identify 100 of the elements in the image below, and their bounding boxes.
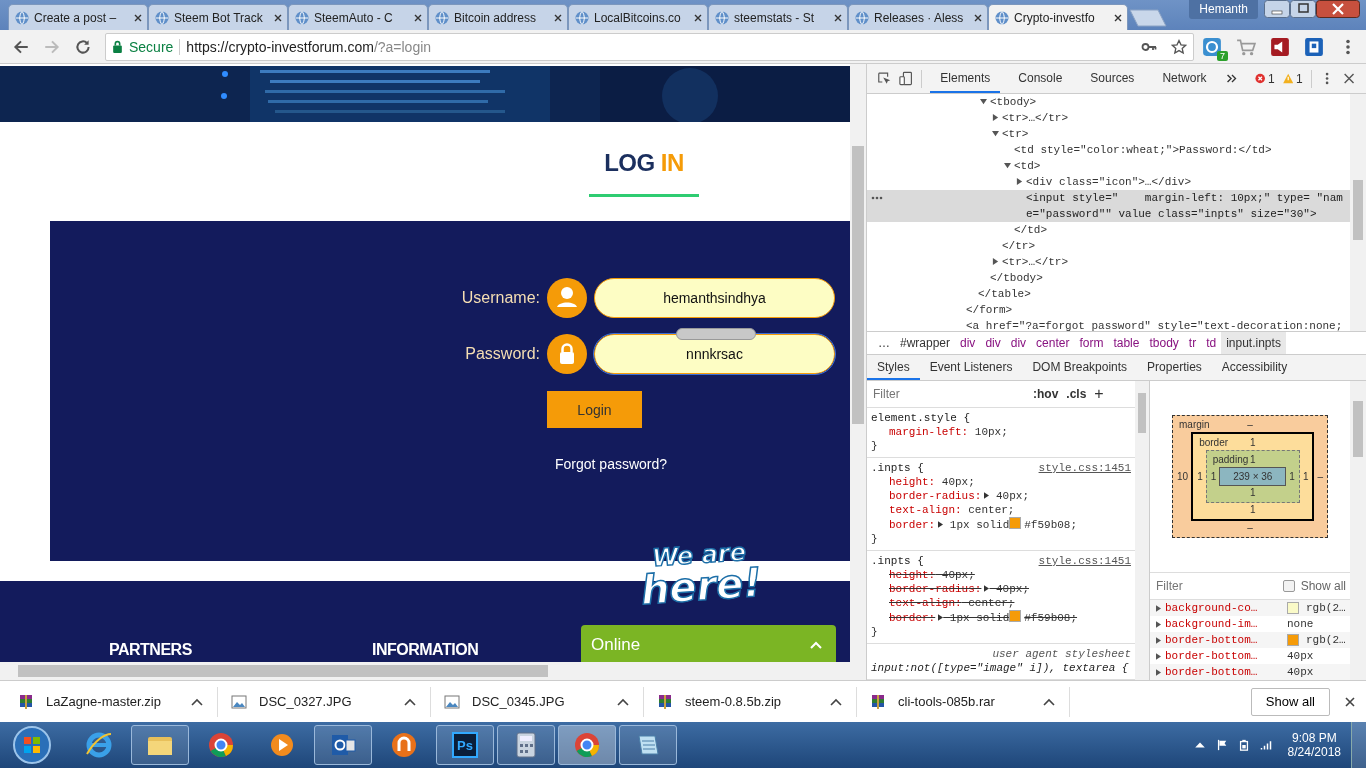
close-icon[interactable]: [1113, 12, 1123, 23]
browser-tab[interactable]: Bitcoin address: [428, 4, 568, 30]
download-item[interactable]: DSC_0345.JPG: [444, 686, 644, 717]
close-icon[interactable]: [833, 12, 843, 23]
dom-node-line[interactable]: <td>: [867, 158, 1350, 174]
css-property[interactable]: border-radius: 40px;: [871, 582, 1131, 596]
clock[interactable]: 9:08 PM 8/24/2018: [1287, 731, 1341, 759]
signal-icon[interactable]: [1259, 739, 1272, 751]
more-icon[interactable]: [871, 196, 883, 200]
computed-property[interactable]: border-bottom… 40px: [1150, 664, 1350, 680]
download-item[interactable]: cli-tools-085b.rar: [870, 686, 1070, 717]
dom-node-line[interactable]: </table>: [867, 286, 1350, 302]
expand-arrow-icon[interactable]: [992, 258, 999, 265]
caret-icon[interactable]: [404, 697, 416, 706]
pane-tab[interactable]: Event Listeners: [919, 355, 1023, 380]
dom-node-line[interactable]: <a href="?a=forgot password" style="text-decoration:none;: [867, 318, 1350, 331]
pane-tab[interactable]: Accessibility: [1211, 355, 1298, 380]
password-field[interactable]: nnnkrsac: [594, 334, 835, 374]
dom-node-line[interactable]: <td style="color:wheat;">Password:</td>: [867, 142, 1350, 158]
browser-tab[interactable]: LocalBitcoins.co: [568, 4, 708, 30]
breadcrumb-item[interactable]: div: [980, 332, 1006, 354]
browser-tab[interactable]: Steem Bot Track: [148, 4, 288, 30]
new-tab-button[interactable]: [1128, 8, 1168, 28]
devtools-tab[interactable]: Console: [1008, 64, 1073, 93]
close-icon[interactable]: [1341, 71, 1356, 86]
color-swatch[interactable]: [1009, 610, 1022, 622]
browser-tab[interactable]: Create a post –: [8, 4, 148, 30]
color-swatch[interactable]: [1287, 602, 1299, 614]
close-icon[interactable]: [413, 12, 423, 23]
caret-icon[interactable]: [617, 697, 629, 706]
css-property[interactable]: border: 1px solid #f59b08;: [871, 610, 1131, 625]
source-link[interactable]: style.css:1451: [1038, 554, 1131, 568]
scrollbar[interactable]: [0, 662, 866, 680]
devtools-tab[interactable]: Elements: [930, 64, 1001, 93]
dom-node-line[interactable]: <tr>: [867, 126, 1350, 142]
dom-node-line[interactable]: <tr>…</tr>: [867, 254, 1350, 270]
download-item[interactable]: DSC_0327.JPG: [231, 686, 431, 717]
computed-property[interactable]: background-co… rgb(2…: [1150, 600, 1350, 616]
css-property[interactable]: border: 1px solid #f59b08;: [871, 517, 1131, 532]
browser-tab[interactable]: Crypto-investfo: [988, 4, 1128, 30]
expand-arrow-icon[interactable]: [984, 492, 990, 499]
computed-property[interactable]: border-bottom… 40px: [1150, 648, 1350, 664]
power-icon[interactable]: [1237, 739, 1250, 751]
devtools-tab[interactable]: Sources: [1080, 64, 1145, 93]
taskbar-app[interactable]: [131, 725, 189, 765]
color-swatch[interactable]: [1009, 517, 1022, 529]
address-bar[interactable]: Secure https://crypto-investforum.com/?a=login: [105, 32, 1194, 61]
caret-icon[interactable]: [191, 697, 203, 706]
profile-name[interactable]: Hemanth: [1189, 0, 1258, 19]
dom-node-line[interactable]: </form>: [867, 302, 1350, 318]
taskbar-app[interactable]: [497, 725, 555, 765]
show-all-checkbox[interactable]: [1282, 580, 1295, 593]
show-all-button[interactable]: Show all: [1250, 687, 1330, 716]
close-icon[interactable]: [973, 12, 983, 23]
error-count[interactable]: 1: [1267, 71, 1275, 86]
scrollbar[interactable]: [1350, 381, 1366, 680]
star-icon[interactable]: [1171, 38, 1187, 55]
expand-arrow-icon[interactable]: [984, 585, 990, 592]
breadcrumb-item[interactable]: form: [1074, 332, 1109, 354]
inspect-icon[interactable]: [877, 71, 892, 86]
taskbar-app[interactable]: [314, 725, 372, 765]
computed-property[interactable]: background-im… none: [1150, 616, 1350, 632]
breadcrumb-item[interactable]: td: [1201, 332, 1222, 354]
breadcrumb-item[interactable]: tbody: [1144, 332, 1184, 354]
caret-icon[interactable]: [830, 697, 842, 706]
css-property[interactable]: height: 40px;: [871, 475, 1131, 489]
scrollbar[interactable]: [1350, 94, 1366, 331]
reload-icon[interactable]: [74, 37, 92, 56]
expand-arrow-icon[interactable]: [938, 614, 944, 621]
source-link[interactable]: user agent stylesheet: [992, 647, 1131, 661]
css-property[interactable]: text-align: center;: [871, 596, 1131, 610]
breadcrumb-item[interactable]: table: [1108, 332, 1145, 354]
flag-icon[interactable]: [1215, 739, 1228, 751]
css-property[interactable]: text-align: center;: [871, 503, 1131, 517]
css-property[interactable]: height: 40px;: [871, 568, 1131, 582]
dom-node-line[interactable]: <tr>…</tr>: [867, 110, 1350, 126]
taskbar-app[interactable]: Ps: [436, 725, 494, 765]
extension-icon[interactable]: [1304, 36, 1324, 57]
start-button[interactable]: [12, 725, 52, 765]
dom-node-line[interactable]: </tr>: [867, 238, 1350, 254]
warning-count[interactable]: 1: [1296, 71, 1303, 86]
dom-node-line[interactable]: <div class="icon">…</div>: [867, 174, 1350, 190]
breadcrumb-item[interactable]: center: [1031, 332, 1075, 354]
css-property[interactable]: border-radius: 40px;: [871, 489, 1131, 503]
breadcrumb-item[interactable]: …: [873, 332, 895, 354]
speaker-icon[interactable]: [1270, 36, 1290, 57]
username-field[interactable]: hemanthsindhya: [594, 278, 835, 318]
breadcrumb-item[interactable]: #wrapper: [895, 332, 956, 354]
breadcrumb-item[interactable]: div: [955, 332, 981, 354]
close-icon[interactable]: [1344, 695, 1356, 708]
close-icon[interactable]: [273, 12, 283, 23]
download-item[interactable]: LaZagne-master.zip: [18, 686, 218, 717]
device-icon[interactable]: [899, 71, 914, 86]
dom-node-line[interactable]: <tbody>: [867, 94, 1350, 110]
expand-arrow-icon[interactable]: [992, 130, 999, 137]
breadcrumb-item[interactable]: div: [1005, 332, 1032, 354]
pane-tab[interactable]: DOM Breakpoints: [1022, 355, 1138, 380]
color-swatch[interactable]: [1287, 634, 1299, 646]
download-item[interactable]: steem-0.8.5b.zip: [657, 686, 857, 717]
forgot-password-link[interactable]: Forgot password?: [555, 456, 668, 472]
